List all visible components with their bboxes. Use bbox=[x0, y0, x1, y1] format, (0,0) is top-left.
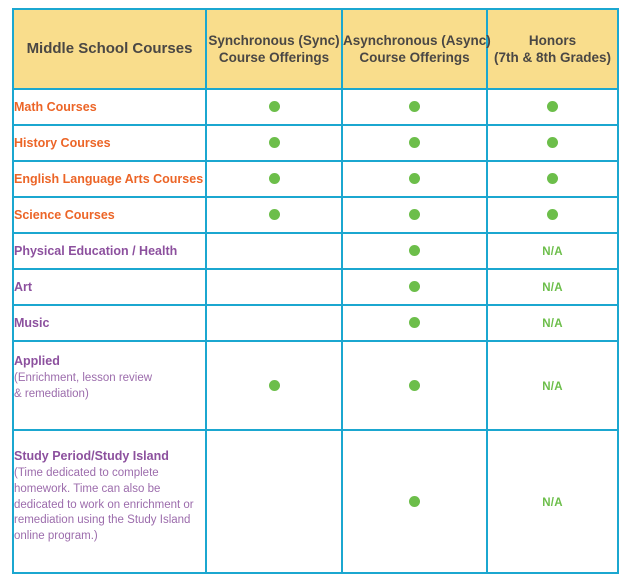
course-label: Art bbox=[14, 279, 33, 294]
offered-dot-icon bbox=[268, 101, 280, 113]
offered-dot-icon bbox=[268, 173, 280, 185]
offered-dot-icon bbox=[547, 173, 558, 185]
table-row: Art N/A bbox=[12, 268, 619, 306]
offering-cell-sync bbox=[205, 232, 343, 270]
table-row: Science Courses bbox=[12, 196, 619, 234]
course-sublabel: (Time dedicated to complete homework. Ti… bbox=[14, 466, 194, 543]
offered-dot-icon bbox=[547, 137, 558, 149]
offering-cell-sync bbox=[205, 124, 343, 162]
offered-dot-icon bbox=[409, 209, 420, 221]
not-applicable-label: N/A bbox=[542, 496, 563, 509]
offered-dot-icon bbox=[409, 173, 420, 185]
offering-cell-async bbox=[341, 340, 488, 431]
header-row: Middle School Courses Synchronous (Sync) C… bbox=[12, 8, 619, 90]
course-label-cell: Science Courses bbox=[12, 196, 207, 234]
offered-dot-icon bbox=[547, 209, 558, 221]
course-label: English Language Arts Courses bbox=[14, 171, 204, 186]
column-header-async: Asynchronous (Async) Course Offerings bbox=[341, 8, 491, 90]
course-label-cell: English Language Arts Courses bbox=[12, 160, 207, 198]
offering-cell-sync bbox=[205, 429, 343, 574]
table-body: Math Courses History Courses English Langu… bbox=[12, 88, 619, 574]
offering-cell-honors bbox=[486, 124, 619, 162]
offered-dot-icon bbox=[409, 317, 420, 329]
column-header-line: Middle School Courses bbox=[26, 40, 193, 58]
offering-cell-honors: N/A bbox=[486, 268, 619, 306]
course-label: History Courses bbox=[14, 135, 111, 150]
table-row: Study Period/Study Island (Time dedicated… bbox=[12, 429, 619, 574]
offering-cell-honors bbox=[486, 88, 619, 126]
table-row: Music N/A bbox=[12, 304, 619, 342]
offering-cell-sync bbox=[205, 88, 343, 126]
offering-cell-honors: N/A bbox=[486, 429, 619, 574]
course-label-cell: Art bbox=[12, 268, 207, 306]
column-header-courses: Middle School Courses bbox=[12, 8, 207, 90]
course-label: Applied bbox=[14, 354, 60, 368]
course-label-cell: Physical Education / Health bbox=[12, 232, 207, 270]
course-label: Study Period/Study Island bbox=[14, 449, 169, 463]
offering-cell-async bbox=[341, 268, 488, 306]
offering-cell-honors: N/A bbox=[486, 304, 619, 342]
offering-cell-async bbox=[341, 196, 488, 234]
column-header-line: Asynchronous (Async) bbox=[343, 32, 491, 48]
offered-dot-icon bbox=[268, 209, 280, 221]
course-sublabel: (Enrichment, lesson review & remediation… bbox=[14, 371, 153, 400]
course-label: Math Courses bbox=[14, 99, 97, 114]
course-table-container: Middle School Courses Synchronous (Sync) C… bbox=[0, 0, 629, 574]
not-applicable-label: N/A bbox=[542, 282, 563, 294]
table-row: Applied (Enrichment, lesson review & reme… bbox=[12, 340, 619, 431]
course-label-cell: History Courses bbox=[12, 124, 207, 162]
offering-cell-sync bbox=[205, 304, 343, 342]
offering-cell-async bbox=[341, 124, 488, 162]
offering-cell-sync bbox=[205, 268, 343, 306]
column-header-sync: Synchronous (Sync) Course Offerings bbox=[205, 8, 343, 90]
course-label-cell: Music bbox=[12, 304, 207, 342]
offering-cell-async bbox=[341, 429, 488, 574]
offering-cell-async bbox=[341, 88, 488, 126]
course-label: Science Courses bbox=[14, 207, 115, 222]
offered-dot-icon bbox=[409, 495, 420, 507]
offering-cell-sync bbox=[205, 196, 343, 234]
offered-dot-icon bbox=[268, 379, 280, 391]
column-header-line: (7th & 8th Grades) bbox=[493, 50, 612, 65]
not-applicable-label: N/A bbox=[542, 246, 563, 258]
table-row: Math Courses bbox=[12, 88, 619, 126]
table-row: English Language Arts Courses bbox=[12, 160, 619, 198]
offered-dot-icon bbox=[409, 281, 420, 293]
course-label-cell: Study Period/Study Island (Time dedicated… bbox=[12, 429, 207, 574]
course-label: Music bbox=[14, 315, 50, 330]
course-label-cell: Applied (Enrichment, lesson review & reme… bbox=[12, 340, 207, 431]
offering-cell-async bbox=[341, 160, 488, 198]
offering-cell-async bbox=[341, 232, 488, 270]
not-applicable-label: N/A bbox=[542, 380, 563, 393]
offered-dot-icon bbox=[409, 101, 420, 113]
offered-dot-icon bbox=[409, 245, 420, 257]
offering-cell-honors: N/A bbox=[486, 232, 619, 270]
course-label: Physical Education / Health bbox=[14, 243, 178, 258]
offering-cell-honors: N/A bbox=[486, 340, 619, 431]
not-applicable-label: N/A bbox=[542, 318, 563, 330]
offering-cell-sync bbox=[205, 340, 343, 431]
offering-cell-sync bbox=[205, 160, 343, 198]
table-row: Physical Education / Health N/A bbox=[12, 232, 619, 270]
column-header-line: Synchronous (Sync) bbox=[208, 32, 340, 48]
offering-cell-async bbox=[341, 304, 488, 342]
offered-dot-icon bbox=[268, 137, 280, 149]
offering-cell-honors bbox=[486, 196, 619, 234]
column-header-honors: Honors (7th & 8th Grades) bbox=[486, 8, 619, 90]
offered-dot-icon bbox=[409, 379, 420, 391]
table-row: History Courses bbox=[12, 124, 619, 162]
offered-dot-icon bbox=[409, 137, 420, 149]
course-label-cell: Math Courses bbox=[12, 88, 207, 126]
column-header-line: Course Offerings bbox=[359, 50, 470, 65]
offered-dot-icon bbox=[547, 101, 558, 113]
column-header-line: Course Offerings bbox=[218, 50, 330, 65]
course-offerings-table: Middle School Courses Synchronous (Sync) C… bbox=[12, 8, 619, 574]
offering-cell-honors bbox=[486, 160, 619, 198]
column-header-line: Honors bbox=[528, 32, 577, 48]
table-header: Middle School Courses Synchronous (Sync) C… bbox=[12, 8, 619, 90]
